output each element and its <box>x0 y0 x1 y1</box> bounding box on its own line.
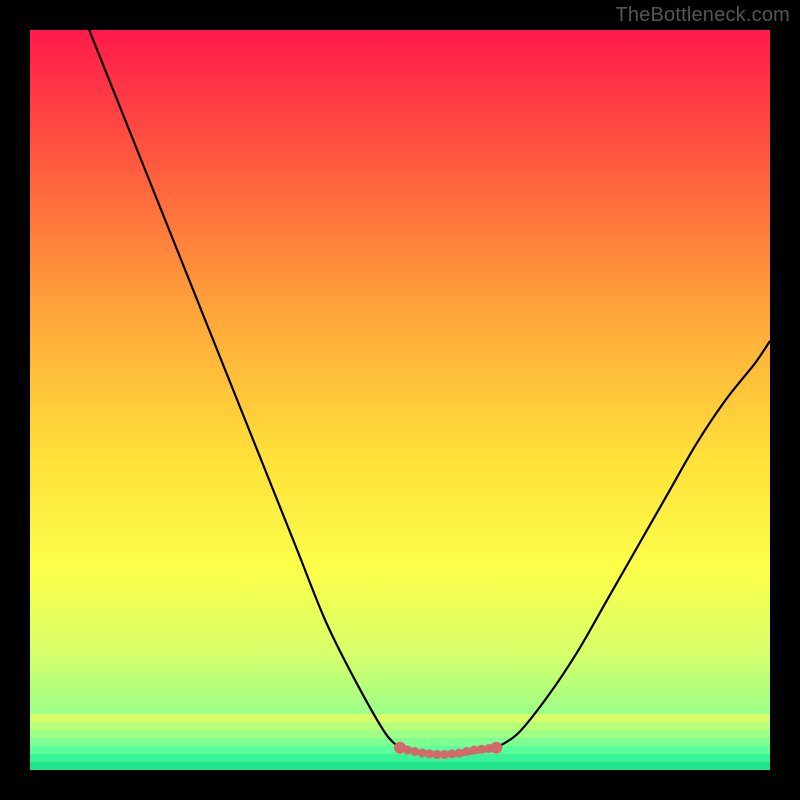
watermark-text: TheBottleneck.com <box>615 4 790 27</box>
valley-marker-endcap <box>490 742 502 754</box>
plot-background <box>30 30 770 770</box>
valley-marker-dot <box>462 747 471 756</box>
valley-marker-endcap <box>394 742 406 754</box>
valley-marker-dot <box>455 748 464 757</box>
bottleneck-chart <box>0 0 800 800</box>
chart-frame: TheBottleneck.com <box>0 0 800 800</box>
valley-marker-dot <box>410 747 419 756</box>
